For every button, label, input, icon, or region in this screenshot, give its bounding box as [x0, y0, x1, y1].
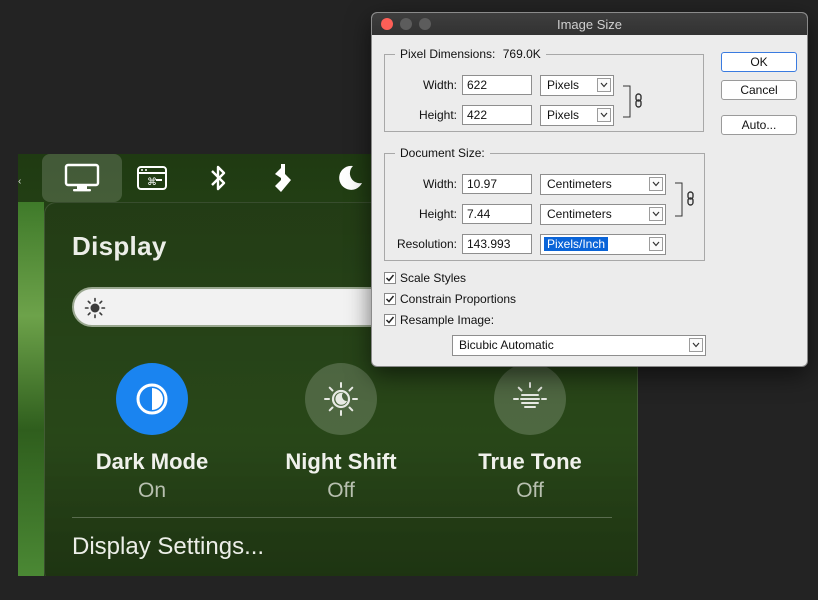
px-width-unit-select[interactable]: Pixels	[540, 75, 614, 96]
dark-mode-label: Dark Mode	[95, 449, 209, 474]
auto-button[interactable]: Auto...	[721, 115, 797, 135]
dark-mode-toggle[interactable]: Dark Mode On	[72, 363, 232, 503]
resolution-field[interactable]: 143.993	[462, 234, 532, 254]
document-size-group: Document Size: Width: 10.97 Centimeters …	[384, 146, 705, 261]
pixel-dimensions-legend: Pixel Dimensions: 769.0K	[395, 47, 546, 61]
display-title: Display	[72, 231, 167, 261]
checkmark-icon	[384, 272, 396, 284]
dialog-titlebar: Image Size	[372, 13, 807, 35]
image-size-dialog: Image Size Pixel Dimensions: 769.0K Widt…	[371, 12, 808, 367]
doc-width-label: Width:	[422, 177, 457, 191]
px-height-label: Height:	[418, 108, 457, 122]
constrain-proportions-checkbox[interactable]: Constrain Proportions	[384, 292, 516, 306]
ok-button[interactable]: OK	[721, 52, 797, 72]
night-shift-icon	[305, 363, 377, 435]
night-shift-label: Night Shift	[285, 449, 397, 474]
px-height-unit: Pixels	[547, 108, 580, 122]
true-tone-state: Off	[516, 479, 544, 502]
partial-left-glyph: ‹	[18, 176, 22, 187]
night-shift-state: Off	[327, 479, 355, 502]
scale-styles-label: Scale Styles	[400, 271, 467, 285]
display-icon[interactable]	[42, 154, 122, 202]
scale-styles-checkbox[interactable]: Scale Styles	[384, 271, 466, 285]
dialog-title: Image Size	[556, 17, 623, 32]
pixel-dimensions-size: 769.0K	[502, 47, 541, 61]
chevron-down-icon	[597, 108, 611, 122]
resolution-label: Resolution:	[396, 237, 457, 251]
doc-height-label: Height:	[418, 207, 457, 221]
pixel-dimensions-group: Pixel Dimensions: 769.0K Width: 622 Pixe…	[384, 47, 704, 132]
chevron-down-icon	[597, 78, 611, 92]
chevron-down-icon	[649, 177, 663, 191]
checkmark-icon	[384, 293, 396, 305]
document-size-legend: Document Size:	[395, 146, 490, 160]
cancel-button[interactable]: Cancel	[721, 80, 797, 100]
true-tone-label: True Tone	[478, 449, 582, 474]
dark-mode-icon	[116, 363, 188, 435]
resolution-unit-select[interactable]: Pixels/Inch	[540, 234, 666, 255]
dark-mode-state: On	[137, 479, 166, 502]
resolution-unit: Pixels/Inch	[544, 237, 609, 251]
px-width-unit: Pixels	[547, 78, 580, 92]
doc-height-unit: Centimeters	[547, 207, 612, 221]
true-tone-toggle[interactable]: True Tone Off	[450, 363, 610, 503]
chevron-down-icon	[689, 338, 703, 352]
link-chain-icon	[623, 85, 642, 118]
doc-width-unit-select[interactable]: Centimeters	[540, 174, 666, 195]
resample-method-select[interactable]: Bicubic Automatic	[452, 335, 706, 356]
px-width-label: Width:	[422, 78, 457, 92]
wallpaper-strip	[18, 202, 44, 576]
resample-image-checkbox[interactable]: Resample Image:	[384, 313, 494, 327]
svg-text:⌘: ⌘	[147, 177, 157, 188]
doc-height-field[interactable]: 7.44	[462, 204, 532, 224]
divider	[72, 517, 612, 518]
checkmark-icon	[384, 314, 396, 326]
constrain-proportions-label: Constrain Proportions	[400, 292, 517, 306]
chevron-down-icon	[649, 237, 663, 251]
px-width-field[interactable]: 622	[462, 75, 532, 95]
brightness-slider[interactable]	[72, 287, 402, 327]
doc-width-unit: Centimeters	[547, 177, 612, 191]
resample-method: Bicubic Automatic	[459, 338, 554, 352]
night-shift-toggle[interactable]: Night Shift Off	[261, 363, 421, 503]
display-settings-link[interactable]: Display Settings...	[72, 533, 264, 561]
doc-height-unit-select[interactable]: Centimeters	[540, 204, 666, 225]
true-tone-icon	[494, 363, 566, 435]
doc-width-field[interactable]: 10.97	[462, 174, 532, 194]
link-chain-icon	[675, 182, 694, 217]
px-height-unit-select[interactable]: Pixels	[540, 105, 614, 126]
sun-icon	[84, 297, 106, 324]
resample-image-label: Resample Image:	[400, 313, 495, 327]
chevron-down-icon	[649, 207, 663, 221]
pixel-dimensions-label: Pixel Dimensions:	[400, 47, 496, 61]
px-height-field[interactable]: 422	[462, 105, 532, 125]
